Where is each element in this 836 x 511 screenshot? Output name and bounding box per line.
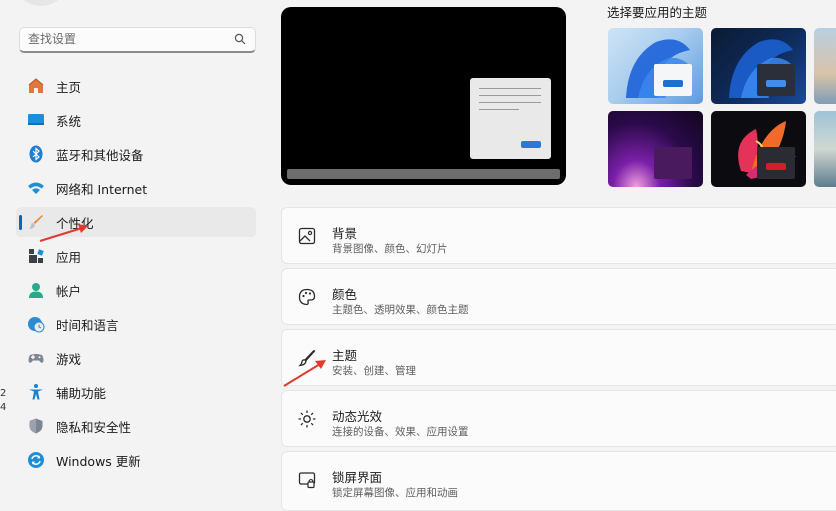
preview-button [521, 141, 541, 148]
card-title: 动态光效 [332, 409, 383, 424]
palette-icon [298, 288, 316, 306]
theme-thumbnail-captured-motion[interactable] [711, 111, 806, 187]
brush-icon [298, 350, 316, 367]
card-colors[interactable]: 颜色 主题色、透明效果、颜色主题 [281, 268, 836, 325]
sidebar-item-label: 游戏 [56, 351, 82, 367]
sidebar-item-label: 网络和 Internet [56, 181, 148, 197]
sidebar-item-bluetooth[interactable]: 蓝牙和其他设备 [16, 139, 256, 169]
sidebar-nav: 主页 系统 蓝牙和其他设备 网络和 Internet 个性化 应用 帐户 时间和… [16, 71, 256, 479]
card-title: 颜色 [332, 287, 358, 302]
update-icon [26, 450, 46, 470]
card-title: 背景 [332, 226, 358, 241]
theme-thumbnail-landscape[interactable] [814, 28, 836, 104]
sidebar-item-label: 时间和语言 [56, 317, 119, 333]
sidebar-item-apps[interactable]: 应用 [16, 241, 256, 271]
card-title: 主题 [332, 348, 358, 363]
apps-icon [26, 246, 46, 266]
themes-title: 选择要应用的主题 [607, 5, 708, 20]
preview-taskbar [287, 169, 560, 179]
avatar[interactable] [18, 0, 64, 6]
wifi-icon [26, 178, 46, 198]
image-icon [298, 227, 316, 245]
gamepad-icon [26, 348, 46, 368]
preview-line [479, 109, 519, 110]
sidebar-item-accessibility[interactable]: 辅助功能 [16, 377, 256, 407]
preview-line [479, 102, 541, 103]
card-subtitle: 背景图像、颜色、幻灯片 [332, 243, 448, 255]
theme-thumbnail-windows-light[interactable] [608, 28, 703, 104]
search-box[interactable] [19, 27, 256, 53]
sidebar-item-gaming[interactable]: 游戏 [16, 343, 256, 373]
account-icon [26, 280, 46, 300]
card-title: 锁屏界面 [332, 470, 383, 485]
sidebar-item-personalization[interactable]: 个性化 [16, 207, 256, 237]
sidebar-item-label: 辅助功能 [56, 385, 107, 401]
card-background[interactable]: 背景 背景图像、颜色、幻灯片 [281, 207, 836, 264]
preview-line [479, 95, 541, 96]
card-subtitle: 锁定屏幕图像、应用和动画 [332, 487, 458, 499]
sidebar-item-time-language[interactable]: 时间和语言 [16, 309, 256, 339]
sidebar-item-network[interactable]: 网络和 Internet [16, 173, 256, 203]
theme-thumbnail-lake[interactable] [814, 111, 836, 187]
sidebar-item-label: 个性化 [56, 215, 94, 231]
preview-line [479, 88, 541, 89]
sidebar-item-home[interactable]: 主页 [16, 71, 256, 101]
card-subtitle: 连接的设备、效果、应用设置 [332, 426, 469, 438]
sidebar: 主页 系统 蓝牙和其他设备 网络和 Internet 个性化 [0, 0, 268, 500]
sidebar-item-label: Windows 更新 [56, 453, 141, 469]
bluetooth-icon [26, 144, 46, 164]
card-dynamic-lighting[interactable]: 动态光效 连接的设备、效果、应用设置 [281, 390, 836, 447]
sidebar-item-accounts[interactable]: 帐户 [16, 275, 256, 305]
edge-mark: 4 [0, 402, 7, 413]
theme-thumbnail-windows-dark[interactable] [711, 28, 806, 104]
home-icon [26, 76, 46, 96]
lock-screen-icon [298, 472, 316, 489]
theme-thumbnail-glow[interactable] [608, 111, 703, 187]
sidebar-item-label: 主页 [56, 79, 82, 95]
sidebar-item-label: 系统 [56, 113, 82, 129]
sidebar-item-privacy[interactable]: 隐私和安全性 [16, 411, 256, 441]
light-effect-icon [298, 410, 316, 428]
sidebar-item-label: 隐私和安全性 [56, 419, 132, 435]
shield-icon [26, 416, 46, 436]
brush-icon [26, 212, 46, 232]
clock-globe-icon [26, 314, 46, 334]
sidebar-item-label: 帐户 [56, 283, 82, 299]
sidebar-item-label: 蓝牙和其他设备 [56, 147, 144, 163]
sidebar-item-system[interactable]: 系统 [16, 105, 256, 135]
theme-swatch [654, 147, 692, 179]
card-themes[interactable]: 主题 安装、创建、管理 [281, 329, 836, 386]
edge-mark: 2 [0, 388, 7, 399]
preview-window [470, 78, 551, 159]
accessibility-icon [26, 382, 46, 402]
sidebar-item-label: 应用 [56, 249, 82, 265]
theme-swatch [757, 64, 795, 96]
card-subtitle: 安装、创建、管理 [332, 365, 416, 377]
card-lock-screen[interactable]: 锁屏界面 锁定屏幕图像、应用和动画 [281, 451, 836, 511]
search-icon[interactable] [234, 33, 246, 45]
search-input[interactable] [20, 28, 228, 50]
sidebar-item-windows-update[interactable]: Windows 更新 [16, 445, 256, 475]
system-icon [26, 110, 46, 130]
theme-swatch [757, 147, 795, 179]
theme-preview [281, 7, 566, 185]
card-subtitle: 主题色、透明效果、颜色主题 [332, 304, 469, 316]
theme-swatch [654, 64, 692, 96]
